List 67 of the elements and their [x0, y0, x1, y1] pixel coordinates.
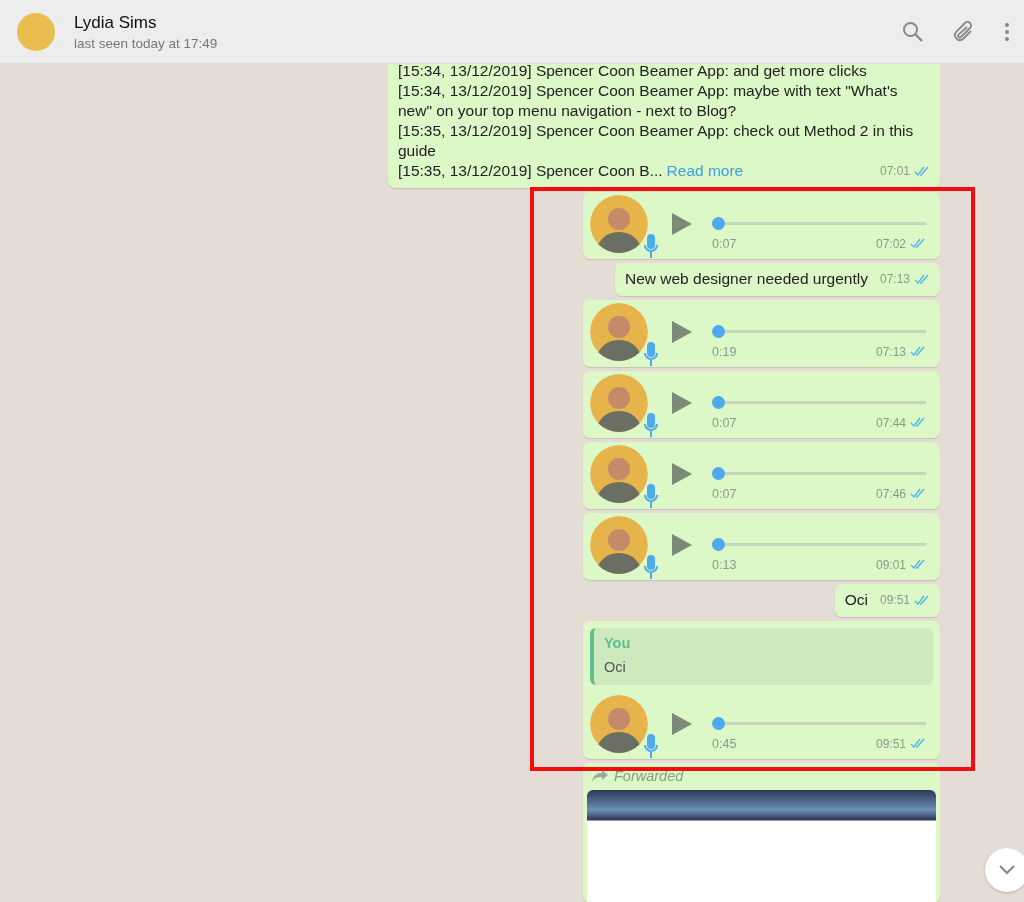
play-icon[interactable]	[672, 534, 692, 556]
message-text: [15:35, 13/12/2019] Spencer Coon B...	[398, 162, 663, 179]
message-time: 07:13	[879, 271, 910, 288]
message-text: New web designer needed urgently	[624, 269, 868, 289]
audio-duration: 0:13	[712, 557, 737, 572]
slider-thumb[interactable]	[712, 466, 725, 480]
search-icon[interactable]	[902, 20, 924, 43]
last-seen-status: last seen today at 17:49	[74, 35, 219, 51]
avatar-icon	[590, 195, 648, 253]
message-time: 07:44	[875, 415, 906, 430]
play-icon[interactable]	[672, 392, 692, 414]
contact-name: Lydia Sims	[74, 12, 158, 33]
quoted-message[interactable]: You Oci	[590, 628, 933, 685]
chevron-down-icon	[999, 865, 1015, 875]
double-check-icon	[910, 738, 926, 749]
message-time: 07:46	[875, 486, 906, 501]
microphone-icon	[644, 554, 658, 580]
audio-duration: 0:45	[712, 736, 737, 751]
play-icon[interactable]	[672, 321, 692, 343]
avatar-icon	[590, 303, 648, 361]
message-time: 07:01	[879, 163, 910, 180]
avatar-icon	[590, 516, 648, 574]
microphone-icon	[644, 733, 658, 759]
double-check-icon	[914, 594, 930, 606]
audio-duration: 0:07	[712, 236, 737, 251]
audio-duration: 0:07	[712, 486, 737, 501]
avatar-icon	[590, 695, 648, 753]
play-icon[interactable]	[672, 213, 692, 235]
double-check-icon	[910, 488, 926, 499]
contact-avatar[interactable]	[17, 12, 55, 51]
forward-arrow-icon	[592, 770, 608, 782]
message-text: [15:34, 13/12/2019] Spencer Coon Beamer App: maybe with text "What's new" on your top menu navigation - next to Blog?	[398, 81, 899, 121]
audio-duration: 0:07	[712, 415, 737, 430]
message-time: 09:51	[879, 592, 910, 609]
menu-icon[interactable]	[1004, 21, 1010, 42]
microphone-icon	[644, 233, 658, 259]
double-check-icon	[914, 273, 930, 285]
audio-duration: 0:19	[712, 344, 737, 359]
avatar-icon	[590, 374, 648, 432]
scroll-down-button[interactable]	[985, 848, 1024, 892]
message-text: [15:35, 13/12/2019] Spencer Coon Beamer App: check out Method 2 in this guide	[398, 121, 915, 161]
slider-thumb[interactable]	[712, 324, 725, 338]
message-text: [15:34, 13/12/2019] Spencer Coon Beamer App: and get more clicks	[398, 64, 868, 81]
forwarded-label: Forwarded	[614, 768, 684, 784]
slider-thumb[interactable]	[712, 716, 725, 730]
message-time: 09:01	[875, 557, 906, 572]
play-icon[interactable]	[672, 463, 692, 485]
message-time: 07:02	[875, 236, 906, 251]
slider-thumb[interactable]	[712, 537, 725, 551]
play-icon[interactable]	[672, 713, 692, 735]
double-check-icon	[910, 238, 926, 249]
screenshot-placeholder[interactable]	[587, 790, 936, 902]
message-text: Oci	[844, 590, 868, 610]
message-time: 09:51	[875, 736, 906, 751]
message-time: 07:13	[875, 344, 906, 359]
quote-author: You	[604, 635, 632, 651]
double-check-icon	[910, 346, 926, 357]
quote-text: Oci	[604, 659, 627, 675]
microphone-icon	[644, 341, 658, 367]
microphone-icon	[644, 412, 658, 438]
double-check-icon	[910, 559, 926, 570]
avatar-icon	[590, 445, 648, 503]
slider-thumb[interactable]	[712, 216, 725, 230]
double-check-icon	[910, 417, 926, 428]
double-check-icon	[914, 165, 930, 177]
slider-thumb[interactable]	[712, 395, 725, 409]
microphone-icon	[644, 483, 658, 509]
